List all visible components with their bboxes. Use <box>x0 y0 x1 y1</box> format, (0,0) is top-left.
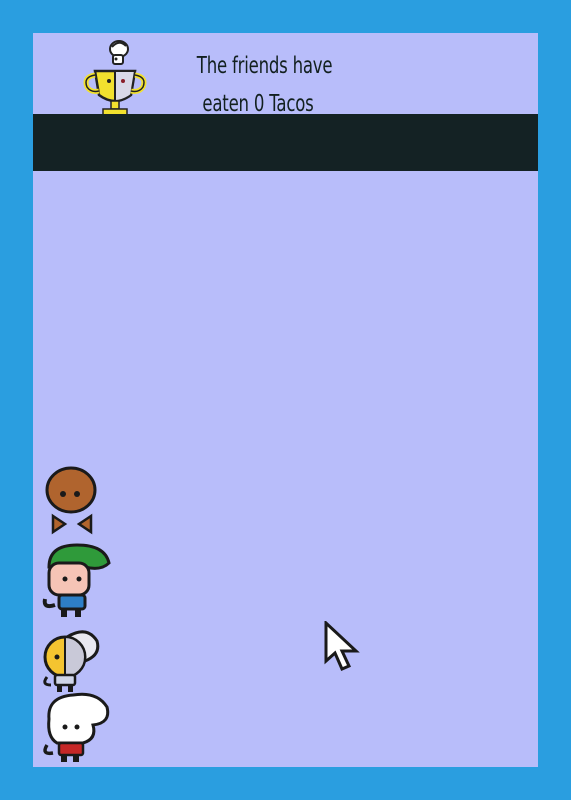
game-playfield[interactable]: The friends have eaten 0 Tacos <box>33 33 538 767</box>
score-line-1: The friends have <box>196 53 333 79</box>
yellow-half-character-icon[interactable] <box>41 627 103 695</box>
game-frame: The friends have eaten 0 Tacos <box>0 0 571 800</box>
tacos-eaten-counter: The friends have eaten 0 Tacos <box>196 47 333 123</box>
green-cap-character-icon[interactable] <box>41 541 113 621</box>
white-hair-character-icon[interactable] <box>41 689 113 765</box>
top-band <box>33 114 538 171</box>
taco-creature-icon[interactable] <box>43 466 101 536</box>
trophy-icon <box>83 40 147 116</box>
mouse-pointer-icon <box>324 621 360 671</box>
